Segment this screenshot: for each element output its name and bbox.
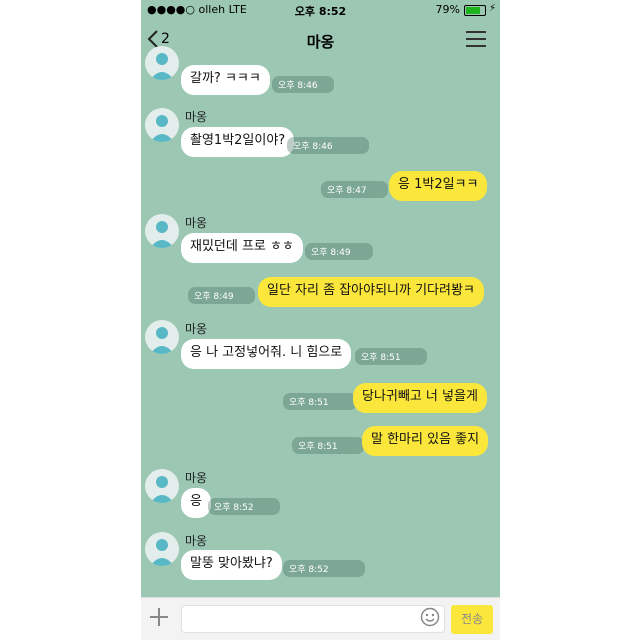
sender-name: 마옹 bbox=[185, 534, 208, 548]
message-bubble: 당나귀빼고 너 넣을게 bbox=[353, 383, 487, 413]
message-time: 오후 8:46 bbox=[287, 137, 369, 154]
message-bubble: 응 1박2일ㅋㅋ bbox=[389, 171, 488, 201]
message-bubble: 갈까? ㅋㅋㅋ bbox=[181, 65, 270, 95]
message-bubble: 응 bbox=[181, 488, 211, 518]
message-bubble: 응 나 고정넣어줘. 니 힘으로 bbox=[181, 339, 352, 369]
avatar[interactable] bbox=[145, 46, 179, 80]
message-bubble: 재밌던데 프로 ㅎㅎ bbox=[181, 233, 303, 263]
message-time: 오후 8:51 bbox=[355, 348, 427, 365]
person-icon bbox=[150, 53, 174, 80]
menu-button[interactable] bbox=[466, 31, 486, 47]
chat-title: 마옹 bbox=[306, 33, 335, 51]
sender-name: 마옹 bbox=[185, 471, 208, 485]
battery-percent: 79% bbox=[435, 3, 460, 16]
message-time: 오후 8:49 bbox=[188, 287, 255, 304]
avatar[interactable] bbox=[145, 469, 179, 503]
message-input[interactable] bbox=[181, 605, 445, 633]
person-icon bbox=[150, 221, 174, 248]
message-time: 오후 8:51 bbox=[292, 437, 364, 454]
status-bar: ●●●●○ olleh LTE 오후 8:52 79% ⚡ bbox=[141, 0, 500, 20]
message-bubble: 말 한마리 있음 좋지 bbox=[362, 426, 489, 456]
message-time: 오후 8:52 bbox=[283, 560, 365, 577]
chat-header: 2 마옹 bbox=[141, 20, 500, 60]
person-icon bbox=[150, 476, 174, 503]
message-bubble: 일단 자리 좀 잡아야되니까 기다려봥ㅋ bbox=[258, 277, 484, 307]
plus-icon[interactable] bbox=[149, 607, 169, 627]
avatar[interactable] bbox=[145, 320, 179, 354]
message-time: 오후 8:46 bbox=[272, 76, 334, 93]
message-time: 오후 8:47 bbox=[321, 181, 388, 198]
message-input-bar: 전송 bbox=[141, 597, 500, 640]
message-bubble: 말뚱 맞아봤냐? bbox=[181, 550, 282, 580]
person-icon bbox=[150, 539, 174, 566]
message-bubble: 촬영1박2일이야? bbox=[181, 127, 295, 157]
person-icon bbox=[150, 115, 174, 142]
message-time: 오후 8:51 bbox=[283, 393, 357, 410]
message-time: 오후 8:52 bbox=[208, 498, 280, 515]
send-button[interactable]: 전송 bbox=[451, 605, 493, 634]
sender-name: 마옹 bbox=[185, 322, 208, 336]
emoticon-icon[interactable] bbox=[420, 607, 440, 627]
charging-icon: ⚡ bbox=[488, 3, 496, 14]
battery-icon bbox=[464, 5, 486, 16]
phone-screen: ●●●●○ olleh LTE 오후 8:52 79% ⚡ 2 마옹 갈까? ㅋ… bbox=[141, 0, 500, 640]
avatar[interactable] bbox=[145, 108, 179, 142]
message-time: 오후 8:49 bbox=[305, 243, 373, 260]
avatar[interactable] bbox=[145, 214, 179, 248]
avatar[interactable] bbox=[145, 532, 179, 566]
battery-fill bbox=[466, 7, 481, 14]
sender-name: 마옹 bbox=[185, 110, 208, 124]
person-icon bbox=[150, 327, 174, 354]
sender-name: 마옹 bbox=[185, 216, 208, 230]
